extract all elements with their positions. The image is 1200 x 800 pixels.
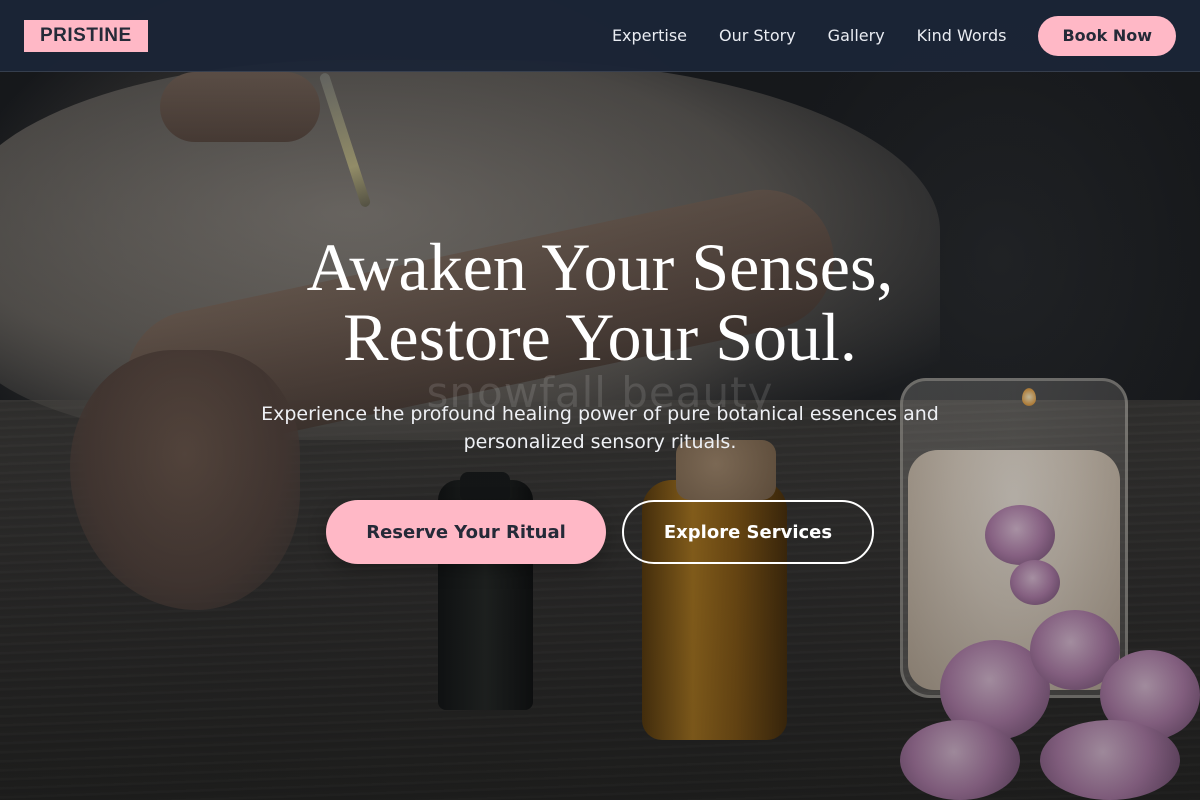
nav-menu: Expertise Our Story Gallery Kind Words B… [612,15,1176,56]
hero-subtitle: Experience the profound healing power of… [261,403,939,453]
top-navbar: PRISTINE Expertise Our Story Gallery Kin… [0,0,1200,72]
hero-headline: Awaken Your Senses, Restore Your Soul. [0,232,1200,372]
reserve-ritual-button[interactable]: Reserve Your Ritual [326,500,606,564]
nav-link-expertise[interactable]: Expertise [612,26,687,45]
nav-link-our-story[interactable]: Our Story [719,26,796,45]
brand-logo[interactable]: PRISTINE [24,19,148,52]
hero-cta-group: Reserve Your Ritual Explore Services [0,500,1200,564]
hero-content: Awaken Your Senses, Restore Your Soul. E… [0,232,1200,456]
explore-services-button[interactable]: Explore Services [622,500,874,564]
book-now-button[interactable]: Book Now [1038,15,1176,56]
nav-link-kind-words[interactable]: Kind Words [917,26,1007,45]
hero-headline-line-1: Awaken Your Senses, [306,229,894,305]
hero-headline-line-2: Restore Your Soul. [343,299,857,375]
nav-link-gallery[interactable]: Gallery [828,26,885,45]
